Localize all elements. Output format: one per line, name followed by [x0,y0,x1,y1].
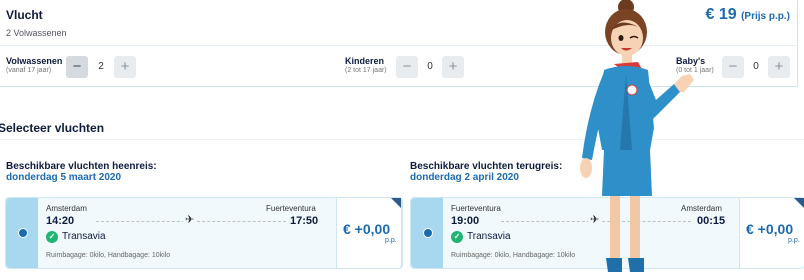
departure-time: 19:00 [451,215,480,227]
transavia-logo-icon: ✓ [451,231,463,243]
select-radio[interactable] [18,228,28,238]
adults-plus-button[interactable]: + [114,56,136,78]
per-person: p.p. [788,237,800,244]
passengers-summary: 2 Volwassenen [6,28,67,38]
from-city: Amsterdam [46,204,87,213]
adults-minus-button[interactable]: − [66,56,88,78]
children-value: 0 [427,61,433,72]
transavia-logo-icon: ✓ [46,231,58,243]
adults-sub: (vanaf 17 jaar) [6,67,52,74]
per-person: p.p. [385,237,397,244]
babies-stepper: − 0 + [722,56,790,78]
return-heading: Beschikbare vluchten terugreis: [410,161,563,172]
select-radio[interactable] [423,228,433,238]
flight-title: Vlucht [6,8,43,22]
children-plus-button[interactable]: + [442,56,464,78]
arrival-time: 17:50 [290,215,319,227]
babies-minus-button[interactable]: − [722,56,744,78]
children-label-group: Kinderen (2 tot 17 jaar) [345,56,387,74]
adults-stepper: − 2 + [66,56,136,78]
departure-time: 14:20 [46,215,75,227]
price-suffix: (Prijs p.p.) [741,11,790,22]
children-label: Kinderen [345,56,385,66]
children-stepper: − 0 + [396,56,464,78]
from-city: Fuerteventura [451,204,501,213]
price-value: € 19 [705,6,737,23]
airline-name: Transavia [467,231,511,242]
adults-label-group: Volwassenen (vanaf 17 jaar) [6,56,62,74]
baggage-info: Ruimbagage: 0kilo, Handbagage: 10kilo [46,252,171,259]
outbound-heading: Beschikbare vluchten heenreis: [6,161,157,172]
children-sub: (2 tot 17 jaar) [345,67,387,74]
babies-plus-button[interactable]: + [768,56,790,78]
baggage-info: Ruimbagage: 0kilo, Handbagage: 10kilo [451,252,576,259]
corner-flag [391,198,401,208]
outbound-heading-group: Beschikbare vluchten heenreis: donderdag… [6,161,157,183]
return-heading-group: Beschikbare vluchten terugreis: donderda… [410,161,562,183]
adults-label: Volwassenen [6,56,63,66]
price-box: € +0,00 p.p. [739,197,804,269]
children-minus-button[interactable]: − [396,56,418,78]
outbound-flight-option[interactable]: Amsterdam 14:20 Fuerteventura 17:50 ✈ ✓ … [5,197,403,269]
adults-value: 2 [98,61,104,72]
airplane-icon: ✈ [183,213,197,226]
total-price: € 19 (Prijs p.p.) [706,6,791,24]
to-city: Fuerteventura [266,204,316,213]
section-title: Selecteer vluchten [0,121,105,135]
stewardess-illustration [580,0,694,272]
flight-price: € +0,00 [343,221,391,237]
outbound-date: donderdag 5 maart 2020 [6,172,122,183]
flight-price: € +0,00 [746,221,794,237]
babies-value: 0 [753,61,759,72]
price-box: € +0,00 p.p. [336,197,402,269]
return-date: donderdag 2 april 2020 [410,172,519,183]
airline-name: Transavia [62,231,106,242]
corner-flag [794,198,804,208]
